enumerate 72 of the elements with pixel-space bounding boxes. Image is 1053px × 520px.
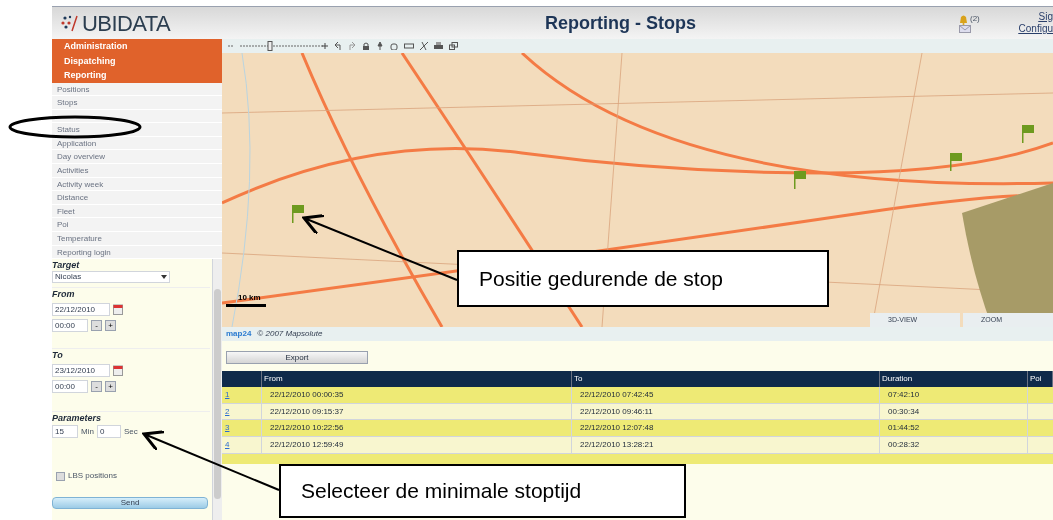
step-button[interactable]: - [91,320,102,332]
export-button[interactable]: Export [226,351,368,364]
windows-icon[interactable] [449,42,458,50]
step-button[interactable]: - [91,381,102,393]
unit-label: Sec [123,425,138,438]
print-icon[interactable] [434,42,443,50]
checkbox[interactable] [56,471,65,481]
header-link[interactable]: Sig [1038,11,1053,23]
row-link[interactable]: 1 [222,387,262,403]
section-label: From [52,289,76,301]
tools-icon[interactable] [420,42,428,50]
logo-text: UBIDATA [82,9,171,38]
table-cell: 22/12/2010 00:00:35 [262,387,572,403]
header-link[interactable]: Configu [1018,23,1053,35]
map-logo: map24 [226,328,252,340]
zoom-slider[interactable] [228,41,328,51]
section-label: To [52,350,64,362]
time-field[interactable]: 00:00 [52,319,88,333]
table-cell: 22/12/2010 09:46:11 [572,403,880,420]
scale-bar [226,304,266,307]
callout-box: Positie gedurende de stop [457,250,829,307]
step-button[interactable]: + [105,381,116,393]
alert-count: (2) [970,13,980,25]
table-cell: 22/12/2010 12:59:49 [262,437,572,454]
seconds-field[interactable]: 0 [96,425,121,439]
step-button[interactable]: + [105,320,116,332]
date-field[interactable]: 22/12/2010 [52,303,110,317]
time-field[interactable]: 00:00 [52,380,88,394]
caret-icon [161,275,167,280]
slider-thumb[interactable] [267,41,273,51]
menu-item[interactable]: Activities [52,164,222,178]
callout-box: Selecteer de minimale stoptijd [279,464,686,518]
table-cell: 00:30:34 [880,403,1028,420]
table-cell: 07:42:10 [880,387,1028,403]
table-cell: 00:28:32 [880,437,1028,454]
row-link[interactable]: 4 [222,437,262,454]
row-link[interactable]: 3 [222,420,262,437]
menu-section[interactable]: Reporting [52,68,222,83]
menu-item[interactable]: Poi [52,218,222,233]
menu-item[interactable]: Stops [52,96,222,110]
calendar-icon[interactable] [113,365,123,377]
table-cell: 22/12/2010 09:15:37 [262,403,572,420]
table-cell: 22/12/2010 07:42:45 [572,387,880,403]
page-title: Reporting - Stops [544,11,697,35]
scale-label: 10 km [237,292,262,304]
section-label: Target [52,260,81,272]
hand-icon[interactable] [390,42,398,50]
menu-item[interactable]: Status [52,123,222,137]
table-cell: 22/12/2010 12:07:48 [572,420,880,437]
unit-label: Min [81,425,94,438]
section-label: Parameters [52,413,103,425]
minutes-field[interactable]: 15 [52,425,78,439]
ruler-icon[interactable] [404,42,414,50]
scrollbar[interactable] [212,259,222,520]
menu-item[interactable]: Distance [52,191,222,205]
copyright-text: © 2007 Mapsolute [257,328,323,340]
send-button[interactable]: Send [52,497,208,510]
menu-section[interactable]: Administration [52,39,222,54]
lock-icon[interactable] [362,42,370,50]
logo-icon [60,14,78,32]
table-cell: 01:44:52 [880,420,1028,437]
table-cell: 22/12/2010 10:22:56 [262,420,572,437]
date-field[interactable]: 23/12/2010 [52,364,110,378]
table-cell: 22/12/2010 13:28:21 [572,437,880,454]
menu-item[interactable]: Temperature [52,232,222,246]
pin-icon[interactable] [376,42,384,50]
row-link[interactable]: 2 [222,403,262,420]
menu-item[interactable]: Day overview [52,150,222,165]
target-dropdown[interactable]: Nicolas [52,271,170,284]
calendar-icon[interactable] [113,304,123,316]
checkbox-label: LBS positions [68,470,117,483]
back-icon[interactable] [334,42,342,50]
